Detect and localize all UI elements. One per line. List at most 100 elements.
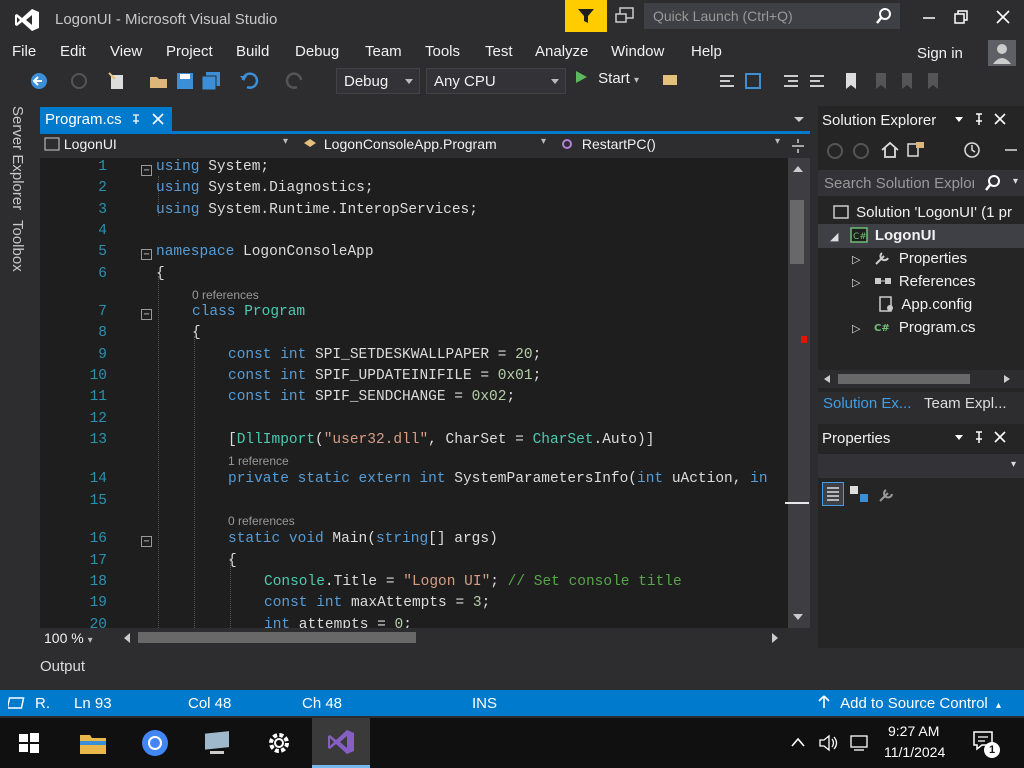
split-editor-icon[interactable] (790, 136, 806, 156)
vertical-scroll-thumb[interactable] (790, 200, 804, 264)
bookmark-clear-icon[interactable] (922, 70, 944, 92)
clock-date[interactable]: 11/1/2024 (884, 744, 945, 760)
forward-icon[interactable] (852, 142, 870, 160)
toolbox-tab[interactable]: Toolbox (9, 220, 26, 272)
properties-object-dropdown[interactable]: ▾ (818, 454, 1024, 478)
browser-link-icon[interactable] (660, 70, 682, 92)
uncomment-lines-icon[interactable] (806, 70, 828, 92)
menu-window[interactable]: Window (611, 43, 664, 60)
tree-item-app-config[interactable]: App.config (876, 296, 972, 313)
save-all-icon[interactable] (200, 70, 222, 92)
menu-file[interactable]: File (12, 43, 36, 60)
taskbar-file-explorer[interactable] (64, 718, 122, 768)
taskbar-visual-studio[interactable] (312, 718, 370, 768)
server-explorer-tab[interactable]: Server Explorer (9, 106, 26, 210)
menu-analyze[interactable]: Analyze (535, 43, 588, 60)
step-over-icon[interactable] (742, 70, 764, 92)
menu-build[interactable]: Build (236, 43, 269, 60)
scroll-right-icon[interactable] (770, 632, 780, 644)
close-window-button[interactable] (988, 4, 1018, 30)
project-dropdown[interactable]: LogonUI ▾ (44, 136, 294, 158)
menu-help[interactable]: Help (691, 43, 722, 60)
bookmark-next-icon[interactable] (896, 70, 918, 92)
codelens-references[interactable]: 1 reference (228, 454, 289, 468)
scroll-down-icon[interactable] (792, 612, 804, 622)
alphabetical-icon[interactable] (848, 484, 870, 504)
bookmark-icon[interactable] (840, 70, 862, 92)
tab-overflow-icon[interactable] (793, 116, 805, 124)
pin-icon[interactable] (973, 112, 985, 126)
feedback-icon[interactable] (614, 6, 636, 26)
menu-edit[interactable]: Edit (60, 43, 86, 60)
scroll-left-icon[interactable] (822, 374, 832, 384)
tree-item-program-cs[interactable]: ▷ C# Program.cs (852, 319, 976, 336)
tree-item-solution[interactable]: Solution 'LogonUI' (1 pr (832, 204, 1012, 221)
close-panel-icon[interactable] (994, 113, 1006, 125)
taskbar-settings[interactable] (250, 718, 308, 768)
code-editor[interactable]: − − − − 1 using System; 2 using System.Dia… (40, 158, 788, 628)
tree-item-references[interactable]: ▷ References (852, 273, 976, 290)
codelens-references[interactable]: 0 references (228, 514, 295, 528)
scroll-right-icon[interactable] (1002, 374, 1012, 384)
home-icon[interactable] (880, 140, 900, 160)
minimize-button[interactable] (914, 4, 944, 30)
tab-program-cs[interactable]: Program.cs (40, 107, 172, 132)
forward-navigate-icon[interactable] (68, 70, 90, 92)
quick-launch-input[interactable]: Quick Launch (Ctrl+Q) (644, 3, 900, 29)
sign-in-link[interactable]: Sign in (917, 45, 963, 62)
codelens-references[interactable]: 0 references (192, 288, 259, 302)
menu-debug[interactable]: Debug (295, 43, 339, 60)
horizontal-scroll-thumb[interactable] (138, 632, 416, 643)
menu-test[interactable]: Test (485, 43, 513, 60)
pin-icon[interactable] (973, 430, 985, 444)
open-file-icon[interactable] (148, 70, 170, 92)
scroll-left-icon[interactable] (122, 632, 132, 644)
add-to-source-control-button[interactable]: Add to Source Control ▴ (818, 695, 1001, 712)
chevron-up-icon[interactable] (790, 736, 806, 748)
start-menu-button[interactable] (0, 718, 58, 768)
notifications-filter-button[interactable] (565, 0, 607, 32)
solution-platform-dropdown[interactable]: Any CPU (426, 68, 566, 94)
undo-icon[interactable] (238, 70, 260, 92)
panel-menu-icon[interactable] (954, 116, 964, 124)
account-avatar[interactable] (988, 40, 1016, 66)
panel-menu-icon[interactable] (954, 434, 964, 442)
comment-lines-icon[interactable] (780, 70, 802, 92)
solution-search-input[interactable]: Search Solution Explor ▾ (818, 170, 1024, 196)
pending-changes-filter-icon[interactable] (962, 140, 984, 160)
switch-views-icon[interactable] (906, 140, 928, 160)
notification-icon[interactable] (8, 696, 26, 710)
menu-project[interactable]: Project (166, 43, 213, 60)
close-panel-icon[interactable] (994, 431, 1006, 443)
taskbar-remote-desktop[interactable] (188, 718, 246, 768)
close-tab-icon[interactable] (152, 113, 164, 125)
menu-tools[interactable]: Tools (425, 43, 460, 60)
categorized-button[interactable] (822, 482, 844, 506)
more-options-icon[interactable] (1002, 140, 1020, 160)
tab-solution-explorer[interactable]: Solution Ex... (823, 395, 911, 412)
tab-team-explorer[interactable]: Team Expl... (924, 395, 1007, 412)
taskbar-chrome[interactable] (126, 718, 184, 768)
step-into-icon[interactable] (716, 70, 738, 92)
output-tab[interactable]: Output (40, 658, 85, 675)
back-navigate-icon[interactable] (28, 70, 50, 92)
network-icon[interactable] (848, 734, 870, 752)
pin-icon[interactable] (130, 113, 142, 125)
save-icon[interactable] (174, 70, 196, 92)
menu-team[interactable]: Team (365, 43, 402, 60)
redo-icon[interactable] (284, 70, 306, 92)
type-dropdown[interactable]: LogonConsoleApp.Program ▾ (302, 136, 552, 158)
action-center-button[interactable]: 1 (972, 730, 1002, 758)
solution-configuration-dropdown[interactable]: Debug (336, 68, 420, 94)
zoom-level-dropdown[interactable]: 100 % ▾ (44, 630, 93, 646)
start-debugging-button[interactable]: Start ▾ (574, 70, 639, 87)
member-dropdown[interactable]: RestartPC() ▾ (560, 136, 786, 158)
clock-time[interactable]: 9:27 AM (888, 723, 939, 739)
volume-icon[interactable] (818, 734, 840, 752)
menu-view[interactable]: View (110, 43, 142, 60)
scroll-up-icon[interactable] (792, 164, 804, 174)
bookmark-prev-icon[interactable] (870, 70, 892, 92)
new-project-icon[interactable] (106, 70, 128, 92)
property-pages-icon[interactable] (876, 484, 898, 504)
restore-button[interactable] (946, 4, 976, 30)
